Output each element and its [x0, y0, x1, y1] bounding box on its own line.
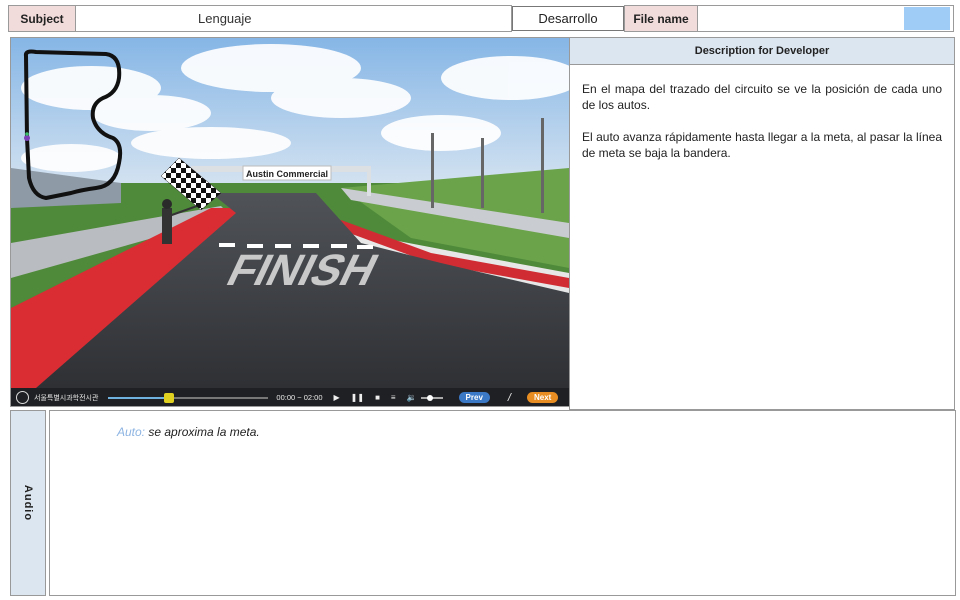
description-panel: Description for Developer En el mapa del…: [569, 37, 955, 410]
sponsor-sign-text: Austin Commercial: [246, 169, 328, 179]
audio-script-line: Auto: se aproxima la meta.: [117, 425, 260, 439]
player-org-name: 서울특별시과학전시관: [34, 394, 99, 402]
stage-value-box: Desarrollo: [512, 6, 624, 31]
color-swatch: [904, 7, 950, 30]
page-separator: /: [507, 391, 511, 404]
subject-value-text: Lenguaje: [198, 11, 252, 26]
menu-icon[interactable]: ≡: [391, 393, 396, 402]
finish-road-text: FINISH: [219, 245, 386, 294]
audio-label-text: Audio: [22, 484, 35, 522]
progress-fill: [108, 396, 170, 399]
stop-icon[interactable]: ■: [375, 393, 380, 402]
volume-icon[interactable]: 🔉: [407, 393, 417, 402]
audio-speaker: Auto:: [117, 425, 146, 439]
org-logo-icon: [16, 391, 29, 404]
stage-value-text: Desarrollo: [538, 11, 598, 26]
progress-knob[interactable]: [164, 392, 175, 403]
filename-label: File name: [624, 5, 698, 32]
filename-label-text: File name: [633, 11, 689, 26]
media-player-bar: 서울특별시과학전시관 00:00 ~ 02:00 ▶ ❚❚ ■ ≡ 🔉 Prev…: [11, 388, 569, 406]
description-paragraph: En el mapa del trazado del circuito se v…: [582, 82, 942, 112]
volume-knob[interactable]: [427, 394, 434, 401]
race-scene: Austin Commercial FINISH: [11, 38, 569, 388]
player-time: 00:00 ~ 02:00: [276, 393, 323, 402]
description-body: En el mapa del trazado del circuito se v…: [570, 65, 954, 161]
audio-panel: Auto: se aproxima la meta.: [49, 410, 956, 596]
audio-line-text: se aproxima la meta.: [145, 425, 260, 439]
subject-value: Lenguaje: [75, 5, 512, 32]
play-icon[interactable]: ▶: [334, 393, 340, 402]
description-title: Description for Developer: [694, 45, 830, 57]
progress-track[interactable]: [108, 392, 269, 403]
description-paragraph: El auto avanza rápidamente hasta llegar …: [582, 130, 942, 160]
subject-label: Subject: [8, 5, 76, 32]
car-marker: [24, 135, 30, 141]
prev-button[interactable]: Prev: [458, 392, 490, 403]
stage-frame: Austin Commercial FINISH 서울특별시과학전시관 00:0…: [10, 37, 570, 407]
description-header: Description for Developer: [570, 38, 954, 65]
volume-slider[interactable]: [420, 394, 443, 401]
audio-label: Audio: [10, 410, 46, 596]
next-button[interactable]: Next: [526, 392, 559, 403]
subject-label-text: Subject: [20, 11, 64, 26]
pause-icon[interactable]: ❚❚: [351, 393, 364, 402]
